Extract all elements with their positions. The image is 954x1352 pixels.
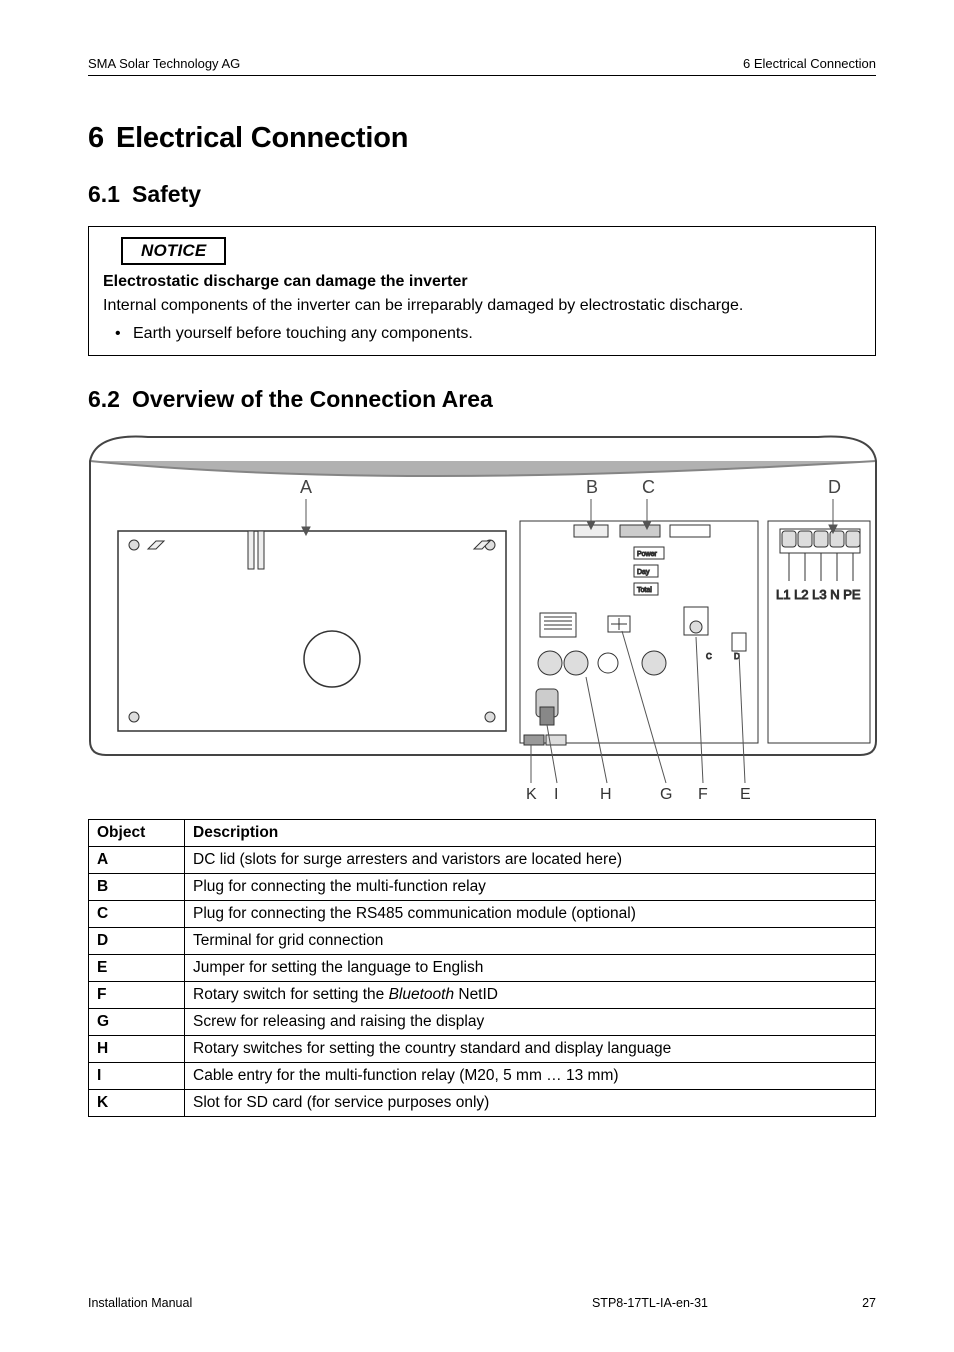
cell-object: E (89, 955, 185, 982)
notice-title: Electrostatic discharge can damage the i… (103, 273, 861, 291)
chapter-label: 6 Electrical Connection (743, 56, 876, 71)
cell-description: Cable entry for the multi-function relay… (185, 1063, 876, 1090)
table-row: DTerminal for grid connection (89, 928, 876, 955)
table-row: CPlug for connecting the RS485 communica… (89, 901, 876, 928)
heading-overview: 6.2 Overview of the Connection Area (88, 386, 876, 413)
svg-text:I: I (554, 786, 558, 803)
footer-left: Installation Manual (88, 1296, 192, 1310)
svg-text:C: C (642, 477, 655, 497)
h2-title: Overview of the Connection Area (132, 386, 493, 412)
notice-bullet: Earth yourself before touching any compo… (133, 325, 861, 343)
cell-description: Screw for releasing and raising the disp… (185, 1009, 876, 1036)
svg-text:E: E (740, 786, 751, 803)
heading-safety: 6.1 Safety (88, 181, 876, 208)
svg-text:A: A (300, 477, 312, 497)
table-row: KSlot for SD card (for service purposes … (89, 1090, 876, 1117)
svg-text:L1 L2 L3 N PE: L1 L2 L3 N PE (776, 587, 861, 602)
table-row: EJumper for setting the language to Engl… (89, 955, 876, 982)
cell-description: Jumper for setting the language to Engli… (185, 955, 876, 982)
svg-text:H: H (600, 786, 612, 803)
h2-title: Safety (132, 181, 201, 207)
svg-text:D: D (828, 477, 841, 497)
notice-body: Internal components of the inverter can … (103, 297, 861, 315)
cell-object: I (89, 1063, 185, 1090)
h1-number: 6 (88, 122, 104, 154)
header: SMA Solar Technology AG 6 Electrical Con… (88, 56, 876, 71)
notice-label: NOTICE (121, 237, 226, 265)
footer-page: 27 (862, 1296, 876, 1310)
connection-area-diagram: Power Day Total C D (88, 431, 876, 811)
svg-text:Day: Day (637, 569, 650, 576)
svg-text:G: G (660, 786, 672, 803)
company-name: SMA Solar Technology AG (88, 56, 240, 71)
svg-text:Power: Power (637, 551, 658, 558)
cell-object: F (89, 982, 185, 1009)
table-row: GScrew for releasing and raising the dis… (89, 1009, 876, 1036)
cell-description: Slot for SD card (for service purposes o… (185, 1090, 876, 1117)
h1-title: Electrical Connection (116, 122, 408, 154)
svg-text:B: B (586, 477, 598, 497)
cell-description: Plug for connecting the RS485 communicat… (185, 901, 876, 928)
table-row: ICable entry for the multi-function rela… (89, 1063, 876, 1090)
cell-object: G (89, 1009, 185, 1036)
svg-text:F: F (698, 786, 708, 803)
footer-mid: STP8-17TL-IA-en-31 (592, 1296, 708, 1310)
cell-object: D (89, 928, 185, 955)
header-rule (88, 75, 876, 76)
svg-text:K: K (526, 786, 537, 803)
cell-description: DC lid (slots for surge arresters and va… (185, 847, 876, 874)
cell-description: Terminal for grid connection (185, 928, 876, 955)
object-description-table: Object Description ADC lid (slots for su… (88, 819, 876, 1117)
cell-object: H (89, 1036, 185, 1063)
table-row: BPlug for connecting the multi-function … (89, 874, 876, 901)
table-row: HRotary switches for setting the country… (89, 1036, 876, 1063)
cell-description: Rotary switches for setting the country … (185, 1036, 876, 1063)
heading-1: 6 Electrical Connection (88, 122, 876, 155)
svg-text:Total: Total (637, 587, 652, 594)
table-row: ADC lid (slots for surge arresters and v… (89, 847, 876, 874)
table-row: FRotary switch for setting the Bluetooth… (89, 982, 876, 1009)
cell-object: B (89, 874, 185, 901)
svg-text:C: C (706, 652, 712, 661)
h2-number: 6.2 (88, 386, 120, 412)
notice-box: NOTICE Electrostatic discharge can damag… (88, 226, 876, 356)
cell-object: C (89, 901, 185, 928)
cell-object: A (89, 847, 185, 874)
h2-number: 6.1 (88, 181, 120, 207)
th-object: Object (89, 820, 185, 847)
cell-description: Plug for connecting the multi-function r… (185, 874, 876, 901)
cell-description: Rotary switch for setting the Bluetooth … (185, 982, 876, 1009)
th-description: Description (185, 820, 876, 847)
footer: Installation Manual STP8-17TL-IA-en-31 2… (88, 1296, 876, 1310)
table-header: Object Description (89, 820, 876, 847)
cell-object: K (89, 1090, 185, 1117)
